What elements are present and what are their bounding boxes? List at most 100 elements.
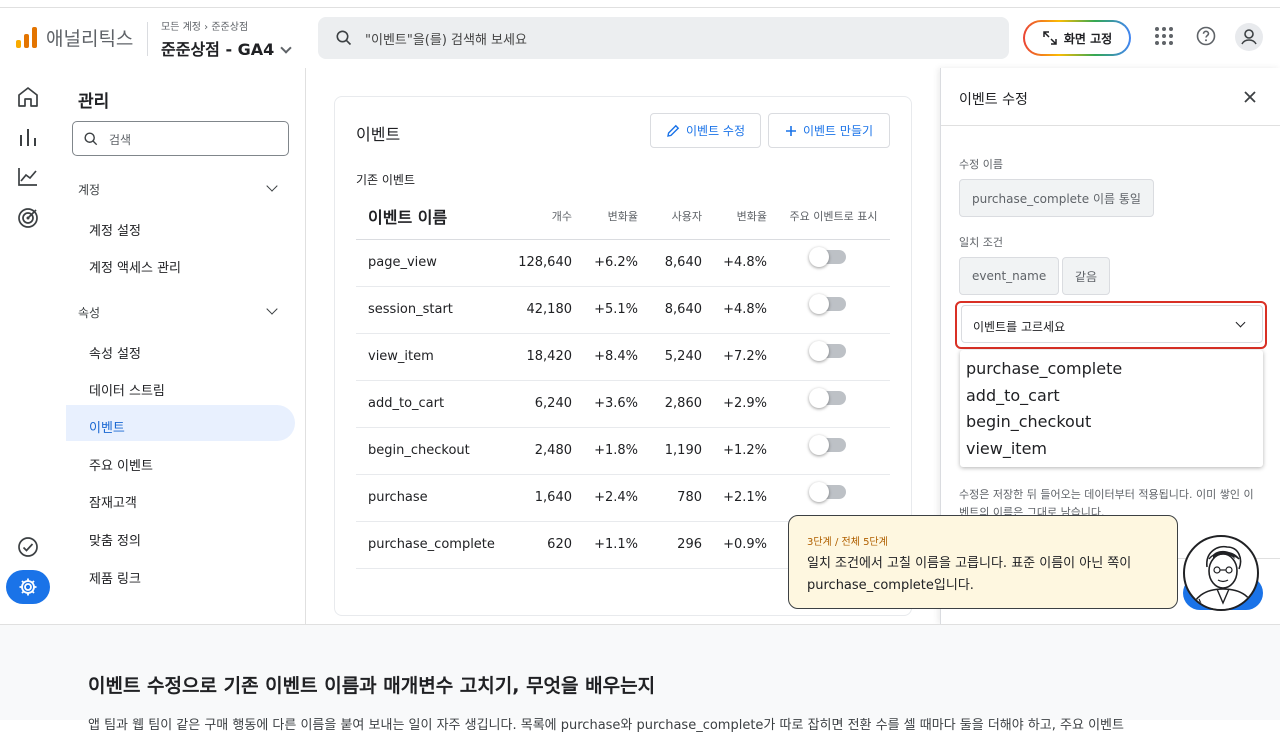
event-users: 8,640 — [638, 286, 702, 334]
property-name: 준준상점 - GA4 — [161, 40, 275, 59]
pin-screen-button[interactable]: 화면 고정 — [1023, 20, 1131, 56]
chevron-down-icon[interactable] — [266, 303, 278, 315]
tutorial-step: 3단계 / 전체 5단계 — [807, 537, 888, 548]
guide-avatar — [1183, 535, 1259, 611]
event-users-change: +2.9% — [702, 380, 767, 428]
help-icon[interactable] — [1196, 26, 1216, 46]
account-avatar[interactable] — [1235, 23, 1263, 51]
event-users-change: +0.9% — [702, 521, 767, 569]
col-count[interactable]: 개수 — [506, 193, 572, 240]
app-header: 애널리틱스 모든 계정 › 준준상점 준준상점 - GA4 "이벤트"을(를) … — [0, 8, 1280, 68]
nav-search-input[interactable]: 검색 — [72, 121, 289, 156]
event-count-change: +8.4% — [572, 333, 638, 381]
admin-nav: 관리 검색 계정 계정 설정 계정 액세스 관리 속성 속성 설정 데이터 스트… — [56, 68, 306, 624]
analytics-logo-icon[interactable] — [16, 26, 38, 48]
table-row[interactable]: view_item 18,420 +8.4% 5,240 +7.2% — [356, 333, 890, 381]
event-option[interactable]: begin_checkout — [960, 409, 1263, 436]
event-name[interactable]: add_to_cart — [356, 380, 506, 428]
search-icon — [336, 30, 352, 46]
reports-icon[interactable] — [16, 126, 40, 148]
col-users-change[interactable]: 변화율 — [702, 193, 767, 240]
table-row[interactable]: purchase 1,640 +2.4% 780 +2.1% — [356, 474, 890, 522]
event-users-change: +1.2% — [702, 427, 767, 475]
nav-item-events[interactable]: 이벤트 — [66, 405, 295, 441]
panel-title: 이벤트 수정 — [959, 92, 1028, 108]
nav-title: 관리 — [78, 92, 110, 112]
nav-item-account-access[interactable]: 계정 액세스 관리 — [66, 245, 295, 281]
match-operator-field[interactable]: 같음 — [1062, 257, 1111, 295]
apps-grid-icon[interactable] — [1154, 26, 1174, 46]
event-select-placeholder: 이벤트를 고르세요 — [973, 320, 1066, 334]
chevron-down-icon[interactable] — [266, 180, 278, 192]
admin-button[interactable] — [6, 570, 50, 604]
expand-icon — [1043, 31, 1057, 45]
advertising-icon[interactable] — [16, 206, 40, 230]
nav-item-product-links[interactable]: 제품 링크 — [66, 556, 295, 592]
edit-name-field[interactable]: purchase_complete 이름 통일 — [959, 179, 1154, 217]
pin-label: 화면 고정 — [1063, 31, 1113, 46]
header-divider — [147, 22, 148, 56]
nav-section-account[interactable]: 계정 — [78, 181, 100, 198]
key-event-toggle[interactable] — [808, 246, 846, 267]
key-event-toggle[interactable] — [808, 481, 846, 502]
event-option[interactable]: purchase_complete — [960, 356, 1263, 383]
event-option[interactable]: view_item — [960, 436, 1263, 463]
event-count-change: +2.4% — [572, 474, 638, 522]
event-count: 42,180 — [506, 286, 572, 334]
event-count-change: +6.2% — [572, 239, 638, 287]
event-name[interactable]: session_start — [356, 286, 506, 334]
key-event-cell — [767, 239, 890, 287]
nav-item-property-settings[interactable]: 속성 설정 — [66, 331, 295, 367]
key-event-toggle[interactable] — [808, 340, 846, 361]
edit-event-button[interactable]: 이벤트 수정 — [650, 113, 761, 148]
table-row[interactable]: add_to_cart 6,240 +3.6% 2,860 +2.9% — [356, 380, 890, 428]
event-name[interactable]: purchase_complete — [356, 521, 506, 569]
key-event-toggle[interactable] — [808, 387, 846, 408]
nav-search-placeholder: 검색 — [109, 133, 132, 147]
event-count: 2,480 — [506, 427, 572, 475]
event-name[interactable]: view_item — [356, 333, 506, 381]
key-event-toggle[interactable] — [808, 434, 846, 455]
event-name[interactable]: page_view — [356, 239, 506, 287]
event-count: 1,640 — [506, 474, 572, 522]
property-selector[interactable]: 준준상점 - GA4 — [161, 36, 292, 60]
event-name[interactable]: purchase — [356, 474, 506, 522]
explore-icon[interactable] — [16, 166, 40, 188]
tutorial-text: 일치 조건에서 고칠 이름을 고릅니다. 표준 이름이 아닌 쪽이 purcha… — [807, 556, 1132, 593]
col-key-event[interactable]: 주요 이벤트로 표시 — [767, 193, 890, 240]
match-parameter-field[interactable]: event_name — [959, 257, 1060, 295]
event-users: 296 — [638, 521, 702, 569]
table-row[interactable]: session_start 42,180 +5.1% 8,640 +4.8% — [356, 286, 890, 334]
home-icon[interactable] — [16, 86, 40, 108]
nav-item-account-settings[interactable]: 계정 설정 — [66, 208, 295, 244]
article-body: 앱 팀과 웹 팀이 같은 구매 행동에 다른 이름을 붙여 보내는 일이 자주 … — [88, 718, 1124, 733]
nav-item-data-streams[interactable]: 데이터 스트림 — [66, 368, 295, 404]
breadcrumb[interactable]: 모든 계정 › 준준상점 — [161, 18, 248, 33]
event-name[interactable]: begin_checkout — [356, 427, 506, 475]
event-count: 6,240 — [506, 380, 572, 428]
event-users-change: +2.1% — [702, 474, 767, 522]
edit-event-label: 이벤트 수정 — [685, 124, 745, 138]
event-users: 8,640 — [638, 239, 702, 287]
nav-item-key-events[interactable]: 주요 이벤트 — [66, 443, 295, 479]
col-users[interactable]: 사용자 — [638, 193, 702, 240]
event-users: 5,240 — [638, 333, 702, 381]
global-search-input[interactable]: "이벤트"을(를) 검색해 보세요 — [318, 17, 1009, 59]
event-count: 128,640 — [506, 239, 572, 287]
col-count-change[interactable]: 변화율 — [572, 193, 638, 240]
create-event-button[interactable]: 이벤트 만들기 — [768, 113, 890, 148]
event-users-change: +7.2% — [702, 333, 767, 381]
table-row[interactable]: page_view 128,640 +6.2% 8,640 +4.8% — [356, 239, 890, 287]
nav-item-audiences[interactable]: 잠재고객 — [66, 480, 295, 516]
table-row[interactable]: begin_checkout 2,480 +1.8% 1,190 +1.2% — [356, 427, 890, 475]
table-header-row: 이벤트 이름 개수 변화율 사용자 변화율 주요 이벤트로 표시 — [356, 193, 890, 240]
event-option[interactable]: add_to_cart — [960, 383, 1263, 410]
nav-item-custom-definitions[interactable]: 맞춤 정의 — [66, 518, 295, 554]
event-count-change: +5.1% — [572, 286, 638, 334]
col-event-name[interactable]: 이벤트 이름 — [356, 193, 506, 240]
event-select[interactable]: 이벤트를 고르세요 — [961, 305, 1263, 343]
key-event-toggle[interactable] — [808, 293, 846, 314]
nav-section-property[interactable]: 속성 — [78, 304, 100, 321]
close-icon[interactable] — [1243, 90, 1257, 104]
check-circle-icon[interactable] — [16, 535, 40, 559]
